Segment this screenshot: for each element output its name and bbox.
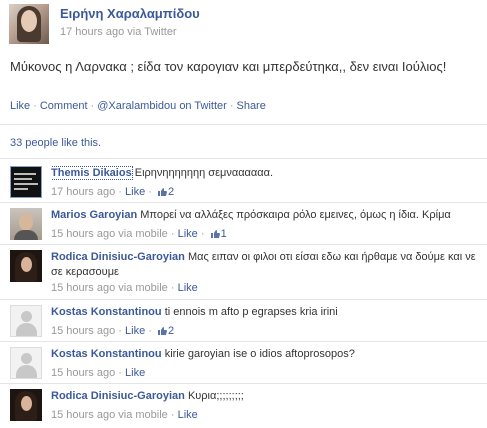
commenter-name[interactable]: Rodica Dinisiuc-Garoyian	[51, 390, 185, 402]
comment-link[interactable]: Comment	[40, 100, 88, 112]
commenter-avatar[interactable]	[10, 166, 42, 198]
like-link[interactable]: Like	[10, 100, 30, 112]
commenter-name[interactable]: Kostas Konstantinou	[51, 348, 162, 360]
comment-like-count[interactable]: 1	[221, 228, 227, 240]
comment-timestamp[interactable]: 15 hours ago	[51, 282, 115, 294]
comment-text: ti ennois m afto p egrapses kria irini	[164, 306, 338, 318]
post-meta: 17 hours ago via Twitter	[60, 26, 177, 38]
comment-source: via mobile	[118, 228, 168, 240]
divider	[0, 341, 487, 342]
divider	[0, 299, 487, 300]
comment-content: Kostas Konstantinou kirie garoyian ise o…	[51, 347, 481, 362]
comment-text: Ειρηνηηηηηηη σεμναααααα.	[134, 167, 274, 179]
comment-like-link[interactable]: Like	[178, 409, 198, 421]
comment-body: Rodica Dinisiuc-Garoyian Μας ειπαν οι φι…	[51, 250, 481, 296]
comment-like-link[interactable]: Like	[178, 282, 198, 294]
separator: ·	[33, 100, 37, 112]
separator: ·	[229, 100, 234, 112]
commenter-name[interactable]: Marios Garoyian	[51, 209, 137, 221]
comment-timestamp[interactable]: 15 hours ago	[51, 409, 115, 421]
comment-timestamp[interactable]: 15 hours ago	[51, 325, 115, 337]
thumbs-up-icon	[158, 327, 167, 335]
comment-body: Themis Dikaios Ειρηνηηηηηηη σεμναααααα. …	[51, 166, 481, 200]
comment-source: via mobile	[118, 282, 168, 294]
likes-count-link[interactable]: 33 people like this.	[10, 137, 101, 149]
divider	[0, 244, 487, 245]
comment-like-link[interactable]: Like	[125, 325, 145, 337]
comment-content: Rodica Dinisiuc-Garoyian Κυρια;;;;;;;;;	[51, 389, 481, 404]
comment-meta: 15 hours ago via mobile · Like · 1	[51, 228, 227, 240]
post-author-name[interactable]: Ειρήνη Χαραλαμπίδου	[60, 6, 200, 21]
comment-content: Kostas Konstantinou ti ennois m afto p e…	[51, 305, 481, 320]
comment-timestamp[interactable]: 17 hours ago	[51, 186, 115, 198]
post-timestamp[interactable]: 17 hours ago	[60, 26, 124, 38]
comment-meta: 17 hours ago · Like · 2	[51, 186, 175, 198]
divider	[0, 124, 487, 125]
comment-like-link[interactable]: Like	[125, 367, 145, 379]
separator: ·	[90, 100, 95, 112]
comment-meta: 15 hours ago via mobile · Like	[51, 282, 198, 294]
thumbs-up-icon	[158, 188, 167, 196]
comment-timestamp[interactable]: 15 hours ago	[51, 367, 115, 379]
comment-meta: 15 hours ago · Like	[51, 367, 146, 379]
divider	[0, 158, 487, 159]
commenter-avatar[interactable]	[10, 389, 42, 421]
comment-body: Kostas Konstantinou ti ennois m afto p e…	[51, 305, 481, 339]
comment-text: kirie garoyian ise o idios aftoprosopos?	[164, 348, 355, 360]
share-link[interactable]: Share	[236, 100, 265, 112]
commenter-name[interactable]: Themis Dikaios	[51, 166, 133, 180]
commenter-name[interactable]: Kostas Konstantinou	[51, 306, 162, 318]
post-text: Μύκονος η Λαρνακα ; είδα τον καρογιαν κα…	[10, 59, 447, 74]
divider	[0, 202, 487, 203]
commenter-name[interactable]: Rodica Dinisiuc-Garoyian	[51, 251, 185, 263]
comment-text: Κυρια;;;;;;;;;	[187, 390, 244, 402]
comment-text-line2: σε κερασουμε	[51, 266, 119, 278]
post-actions: Like · Comment · @Xaralambidou on Twitter · Sh…	[10, 100, 266, 112]
comment-like-count[interactable]: 2	[168, 186, 174, 198]
avatar-face	[21, 10, 37, 32]
comment-body: Marios Garoyian Μπορεί να αλλάξες πρόσκα…	[51, 208, 481, 242]
commenter-avatar[interactable]	[10, 347, 42, 379]
divider	[0, 383, 487, 384]
comment-meta: 15 hours ago · Like · 2	[51, 325, 175, 337]
comment-like-link[interactable]: Like	[178, 228, 198, 240]
comment-source: via mobile	[118, 409, 168, 421]
comment-meta: 15 hours ago via mobile · Like	[51, 409, 198, 421]
comment-content-continued: σε κερασουμε	[51, 265, 481, 280]
comment-body: Kostas Konstantinou kirie garoyian ise o…	[51, 347, 481, 381]
comment-timestamp[interactable]: 15 hours ago	[51, 228, 115, 240]
comment-content: Themis Dikaios Ειρηνηηηηηηη σεμναααααα.	[51, 166, 481, 181]
post-source: via Twitter	[127, 26, 177, 38]
commenter-avatar[interactable]	[10, 305, 42, 337]
comment-text: Μπορεί να αλλάξες πρόσκαιρα ρόλο εμεινες…	[140, 209, 451, 221]
comment-content: Rodica Dinisiuc-Garoyian Μας ειπαν οι φι…	[51, 250, 481, 265]
comment-text: Μας ειπαν οι φιλοι οτι είσαι εδω και ήρθ…	[187, 251, 476, 263]
comment-body: Rodica Dinisiuc-Garoyian Κυρια;;;;;;;;; …	[51, 389, 481, 423]
author-avatar[interactable]	[9, 4, 49, 44]
comment-like-count[interactable]: 2	[168, 325, 174, 337]
thumbs-up-icon	[210, 230, 220, 238]
comment-like-link[interactable]: Like	[125, 186, 145, 198]
comment-content: Marios Garoyian Μπορεί να αλλάξες πρόσκα…	[51, 208, 481, 223]
commenter-avatar[interactable]	[10, 208, 42, 240]
twitter-link[interactable]: @Xaralambidou on Twitter	[97, 100, 227, 112]
commenter-avatar[interactable]	[10, 250, 42, 282]
